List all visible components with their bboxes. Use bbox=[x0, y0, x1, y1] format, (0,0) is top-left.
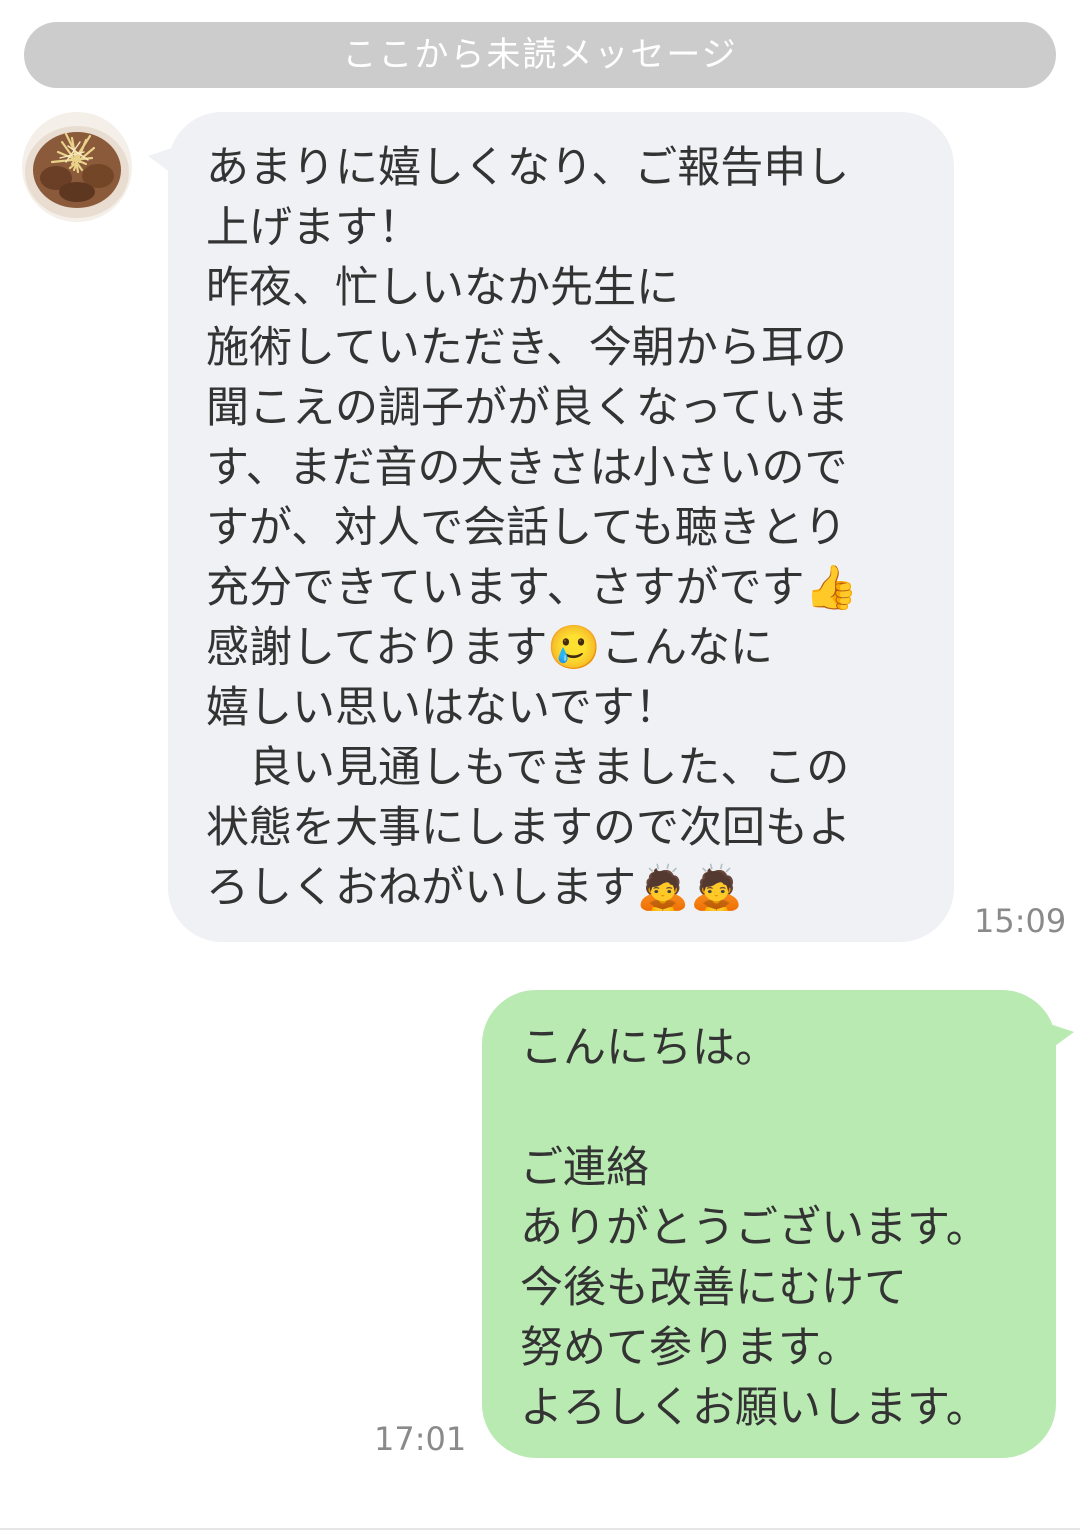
outgoing-message-time: 17:01 bbox=[374, 1420, 467, 1458]
incoming-message-bubble[interactable]: あまりに嬉しくなり、ご報告申し 上げます！ 昨夜、忙しいなか先生に 施術していた… bbox=[148, 112, 954, 942]
incoming-message-time: 15:09 bbox=[974, 902, 1067, 940]
food-avatar-icon bbox=[22, 112, 132, 222]
unread-messages-divider: ここから未読メッセージ bbox=[24, 22, 1056, 88]
bubble-tail bbox=[148, 146, 178, 178]
outgoing-message-text: こんにちは。 ご連絡 ありがとうございます。 今後も改善にむけて 努めて参ります… bbox=[520, 1023, 989, 1433]
bubble-tail bbox=[1044, 1022, 1074, 1054]
sender-avatar[interactable] bbox=[22, 112, 132, 222]
incoming-message-text: あまりに嬉しくなり、ご報告申し 上げます！ 昨夜、忙しいなか先生に 施術していた… bbox=[206, 143, 859, 913]
divider bbox=[0, 1528, 1080, 1530]
outgoing-message-bubble[interactable]: こんにちは。 ご連絡 ありがとうございます。 今後も改善にむけて 努めて参ります… bbox=[482, 990, 1074, 1458]
